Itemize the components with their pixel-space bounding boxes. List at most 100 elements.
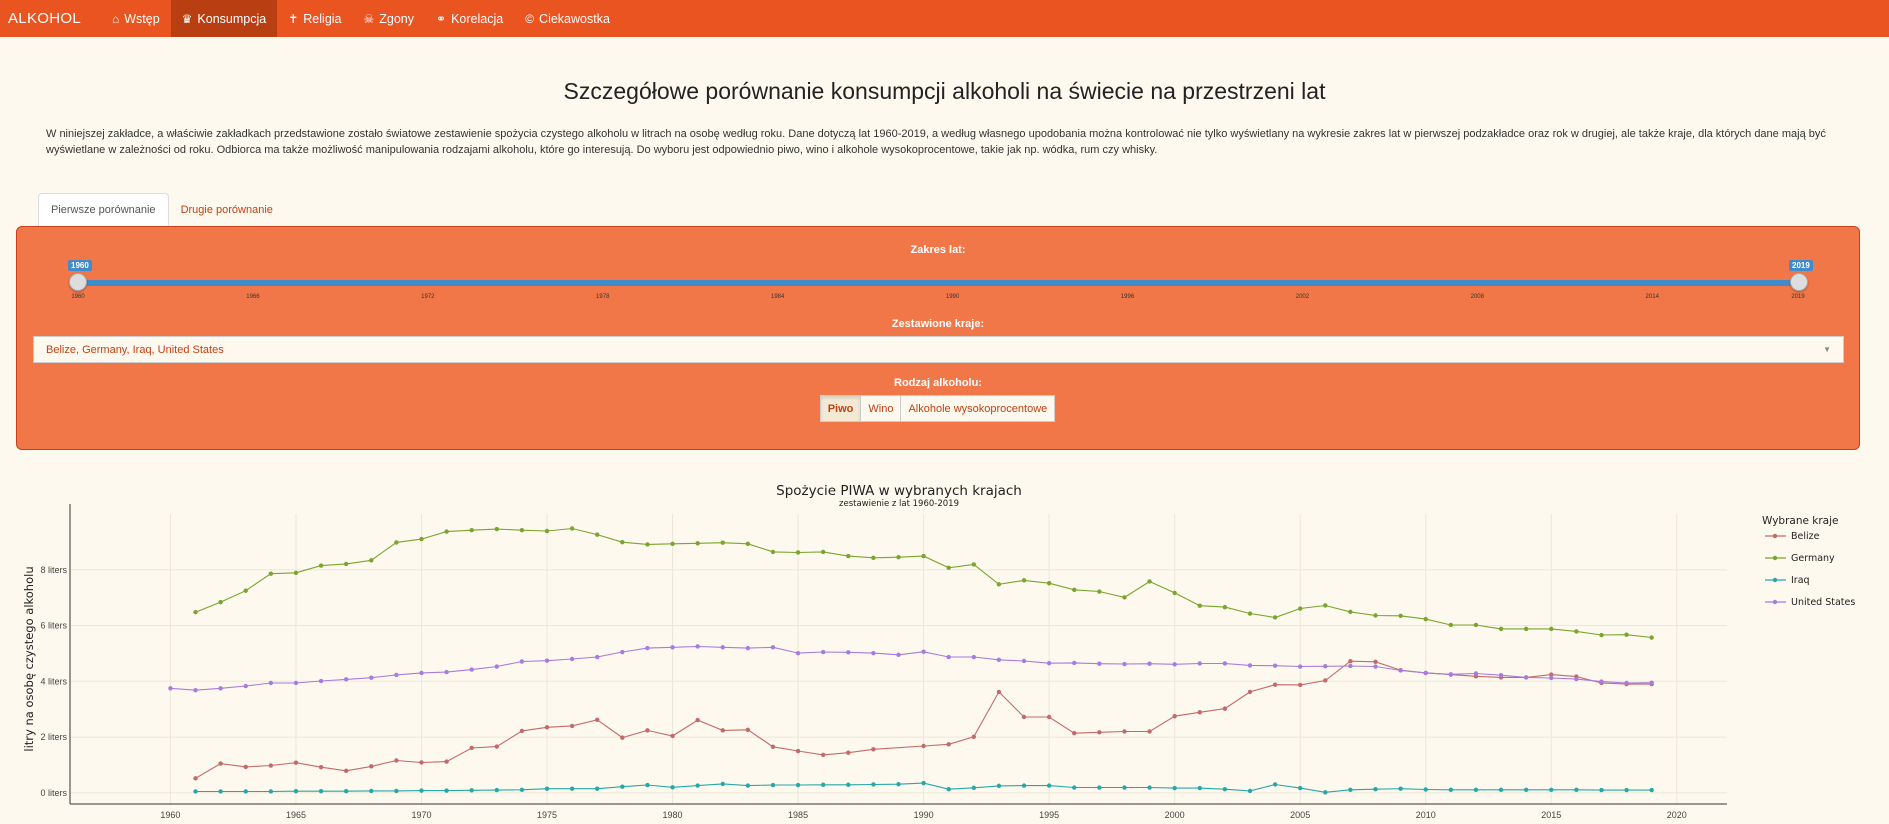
nav-item-label: Korelacja	[451, 11, 504, 26]
link-icon: ⚭	[436, 11, 447, 26]
data-point	[921, 780, 926, 786]
series-line-united-states	[170, 645, 1652, 691]
data-point	[720, 540, 725, 545]
year-max-label: 2019	[1789, 260, 1813, 271]
countries-select[interactable]: Belize, Germany, Iraq, United States ▼	[33, 336, 1844, 363]
data-point	[1272, 615, 1278, 620]
data-point	[1197, 661, 1202, 666]
data-point	[243, 588, 248, 593]
data-point	[820, 649, 826, 655]
chart-title: Spożycie PIWA w wybranych krajach	[776, 483, 1022, 499]
data-point	[1549, 626, 1554, 632]
x-tick-label: 1975	[537, 810, 557, 820]
data-point	[1122, 661, 1127, 667]
alcohol-beer-button[interactable]: Piwo	[819, 395, 862, 422]
brand-title[interactable]: ALKOHOL	[0, 10, 101, 27]
data-point	[1297, 682, 1303, 688]
data-point	[745, 783, 751, 788]
nav-item-korelacja[interactable]: ⚭ Korelacja	[425, 0, 514, 37]
data-point	[1323, 678, 1328, 683]
data-point	[1172, 785, 1177, 791]
data-point	[1448, 787, 1454, 792]
data-point	[1599, 787, 1604, 793]
data-point	[1323, 790, 1328, 795]
data-point	[1097, 785, 1102, 790]
data-point	[343, 788, 349, 794]
data-point	[1448, 672, 1454, 677]
tab-first-comparison[interactable]: Pierwsze porównanie	[38, 193, 169, 226]
data-point	[193, 609, 198, 615]
data-point	[620, 735, 625, 740]
legend-title: Wybrane kraje	[1762, 515, 1839, 527]
data-point	[595, 717, 600, 722]
data-point	[996, 582, 1002, 587]
data-point	[1649, 787, 1654, 793]
data-point	[369, 788, 374, 794]
slider-tick-label: 1966	[246, 294, 260, 300]
x-tick-label: 2015	[1541, 810, 1561, 820]
subtab-bar: Pierwsze porównanie Drugie porównanie	[38, 193, 285, 226]
legend-item-united-states[interactable]: United States	[1791, 597, 1855, 608]
data-point	[795, 748, 801, 754]
data-point	[218, 599, 223, 605]
data-point	[896, 652, 901, 658]
data-point	[268, 571, 274, 576]
x-tick-label: 1960	[160, 810, 180, 820]
data-point	[795, 550, 801, 555]
data-point	[921, 553, 926, 559]
data-point	[1272, 682, 1278, 687]
crown-icon: ♛	[181, 11, 193, 26]
data-point	[896, 555, 901, 560]
data-point	[569, 723, 575, 729]
year-min-handle[interactable]	[69, 273, 87, 291]
nav-item-religia[interactable]: ✝ Religia	[277, 0, 352, 37]
nav-item-zgony[interactable]: ☠ Zgony	[353, 0, 426, 37]
data-point	[544, 528, 550, 534]
cross-icon: ✝	[288, 11, 299, 26]
year-range-slider[interactable]	[77, 280, 1799, 286]
slider-tick-label: 2002	[1295, 294, 1310, 300]
data-point	[469, 745, 474, 751]
data-point	[595, 786, 600, 791]
data-point	[1398, 613, 1403, 618]
tab-second-comparison[interactable]: Drugie porównanie	[169, 193, 285, 226]
data-point	[1297, 606, 1303, 611]
data-point	[745, 645, 751, 651]
data-point	[620, 539, 625, 545]
data-point	[795, 650, 801, 656]
data-point	[1172, 713, 1177, 719]
nav-item-konsumpcja[interactable]: ♛ Konsumpcja	[170, 0, 278, 37]
data-point	[1072, 785, 1077, 790]
nav-item-wstęp[interactable]: ⌂ Wstęp	[101, 0, 171, 37]
slider-tick-label: 1978	[596, 294, 610, 300]
control-panel: Zakres lat: 1960 2019 1960 1966 1972 1978 19…	[16, 226, 1860, 450]
data-point	[1147, 661, 1152, 666]
slider-tick-label: 1996	[1120, 294, 1135, 300]
data-point	[1122, 785, 1127, 790]
alcohol-spirits-button[interactable]: Alkohole wysokoprocentowe	[900, 395, 1056, 422]
y-tick-label: 0 liters	[40, 788, 67, 798]
data-point	[695, 717, 700, 723]
data-point	[1398, 668, 1403, 673]
data-point	[193, 789, 198, 794]
legend-item-germany[interactable]: Germany	[1791, 553, 1835, 564]
data-point	[1247, 689, 1253, 695]
data-point	[620, 784, 625, 789]
data-point	[1247, 788, 1253, 794]
data-point	[620, 649, 625, 655]
beer-consumption-chart[interactable]: 1960 1965 1970 1975 1980 1985 1990 1995 2000 2005…	[0, 476, 1889, 824]
data-point	[1523, 675, 1529, 680]
data-point	[1197, 603, 1202, 608]
alcohol-wine-button[interactable]: Wino	[860, 395, 902, 422]
legend-item-belize[interactable]: Belize	[1791, 531, 1820, 542]
data-point	[971, 734, 977, 739]
legend-item-iraq[interactable]: Iraq	[1791, 575, 1810, 586]
y-tick-label: 4 liters	[40, 676, 67, 686]
year-max-handle[interactable]	[1790, 273, 1808, 291]
data-point	[595, 532, 600, 537]
slider-tick-label: 2014	[1645, 294, 1659, 300]
slider-tick-label: 1990	[945, 294, 960, 300]
data-point	[871, 555, 876, 560]
data-point	[820, 782, 826, 787]
nav-item-ciekawostka[interactable]: © Ciekawostka	[514, 0, 621, 37]
